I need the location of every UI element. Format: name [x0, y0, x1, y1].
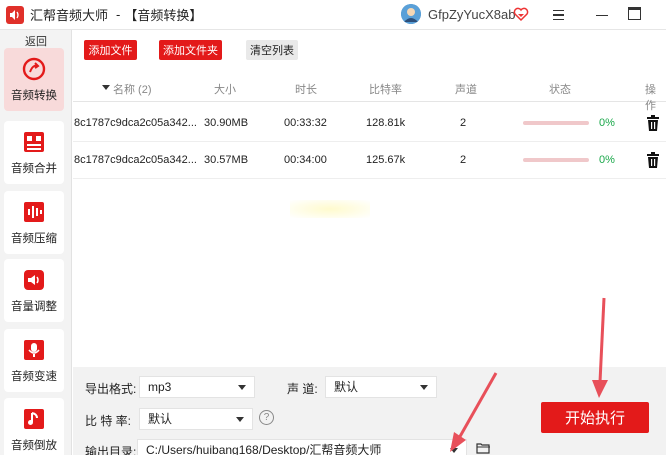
progress-bar	[523, 121, 589, 125]
file-bitrate: 125.67k	[366, 154, 406, 166]
sidebar-item-label: 音频转换	[11, 90, 57, 102]
sidebar-item-convert[interactable]: 音频转换	[4, 48, 64, 111]
bitrate-value: 默认	[148, 412, 173, 426]
maximize-icon[interactable]	[628, 7, 641, 20]
sidebar-item-label: 音频合并	[11, 163, 57, 175]
file-duration: 00:33:32	[284, 117, 327, 129]
column-duration: 时长	[295, 84, 317, 96]
help-icon[interactable]: ?	[259, 410, 274, 425]
file-name: 8c1787c9dca2c05a342...	[74, 117, 197, 129]
convert-icon	[22, 57, 46, 81]
page-title: 【音频转换】	[124, 8, 203, 23]
sidebar-item-merge[interactable]: 音频合并	[4, 121, 64, 184]
format-label: 导出格式:	[85, 382, 137, 396]
username[interactable]: GfpZyYucX8ab	[428, 7, 515, 22]
vip-heart-icon[interactable]	[513, 6, 529, 22]
table-row[interactable]: 8c1787c9dca2c05a342... 30.90MB 00:33:32 …	[73, 104, 666, 142]
sidebar-item-compress[interactable]: 音频压缩	[4, 191, 64, 254]
clear-list-button[interactable]: 清空列表	[246, 40, 298, 60]
output-path-value: C:/Users/huibang168/Desktop/汇帮音频大师	[146, 443, 382, 455]
add-folder-button[interactable]: 添加文件夹	[159, 40, 222, 60]
delete-icon[interactable]	[646, 152, 660, 168]
table-row[interactable]: 8c1787c9dca2c05a342... 30.57MB 00:34:00 …	[73, 141, 666, 179]
app-title: 汇帮音频大师	[30, 8, 109, 23]
chevron-down-icon	[236, 417, 244, 422]
sidebar-item-speed[interactable]: 音频变速	[4, 329, 64, 392]
output-label: 输出目录:	[85, 445, 137, 455]
channel-label: 声 道:	[287, 382, 318, 396]
file-channel: 2	[460, 154, 467, 166]
menu-icon[interactable]	[548, 5, 568, 25]
format-value: mp3	[148, 380, 172, 394]
volume-icon	[22, 268, 46, 292]
chevron-down-icon	[450, 448, 458, 453]
file-size: 30.90MB	[204, 117, 249, 129]
progress-bar	[523, 158, 589, 162]
column-size: 大小	[214, 84, 236, 96]
column-name[interactable]: 名称 (2)	[113, 81, 152, 97]
folder-icon[interactable]	[476, 442, 491, 454]
file-duration: 00:34:00	[284, 154, 327, 166]
highlight-glow	[290, 200, 370, 218]
music-note-icon	[22, 407, 46, 431]
column-bitrate: 比特率	[369, 84, 402, 96]
app-logo-icon	[6, 5, 24, 24]
progress-percent: 0%	[599, 117, 615, 129]
bitrate-select[interactable]: 默认	[139, 408, 253, 430]
minimize-icon[interactable]	[592, 5, 612, 25]
output-path-select[interactable]: C:/Users/huibang168/Desktop/汇帮音频大师	[137, 439, 467, 455]
sidebar-item-label: 音频压缩	[11, 233, 57, 245]
microphone-icon	[22, 338, 46, 362]
chevron-down-icon	[238, 385, 246, 390]
sidebar-item-label: 音量调整	[11, 301, 57, 313]
compress-icon	[22, 200, 46, 224]
sidebar-item-reverse[interactable]: 音频倒放	[4, 398, 64, 455]
file-channel: 2	[460, 117, 467, 129]
sidebar: 返回 音频转换 音频合并 音频压缩 音量调整 音频变速 音频倒放	[0, 30, 72, 455]
column-channel: 声道	[455, 84, 477, 96]
channel-value: 默认	[334, 380, 359, 394]
add-file-button[interactable]: 添加文件	[84, 40, 137, 60]
bitrate-label: 比 特 率:	[85, 414, 132, 428]
progress-percent: 0%	[599, 154, 615, 166]
delete-icon[interactable]	[646, 115, 660, 131]
sidebar-item-label: 音频变速	[11, 371, 57, 383]
merge-icon	[22, 130, 46, 154]
column-status: 状态	[549, 84, 571, 96]
start-button[interactable]: 开始执行	[541, 402, 649, 433]
avatar[interactable]	[401, 4, 421, 24]
title-separator: -	[116, 7, 121, 22]
table-header: 名称 (2) 大小 时长 比特率 声道 状态 操作	[73, 72, 666, 112]
chevron-down-icon	[420, 385, 428, 390]
file-size: 30.57MB	[204, 154, 249, 166]
back-button[interactable]: 返回	[0, 33, 72, 49]
channel-select[interactable]: 默认	[325, 376, 437, 398]
sidebar-item-label: 音频倒放	[11, 440, 57, 452]
file-bitrate: 128.81k	[366, 117, 406, 129]
file-name: 8c1787c9dca2c05a342...	[74, 154, 197, 166]
format-select[interactable]: mp3	[139, 376, 255, 398]
sort-desc-icon[interactable]	[102, 85, 110, 90]
sidebar-item-volume[interactable]: 音量调整	[4, 259, 64, 322]
